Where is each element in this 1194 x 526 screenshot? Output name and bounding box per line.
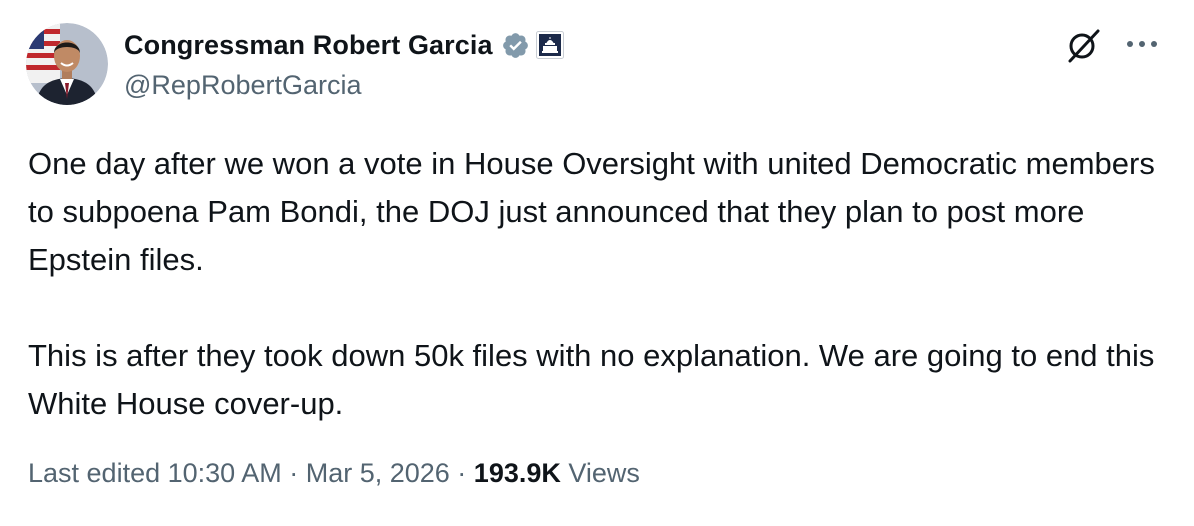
name-row: Congressman Robert Garcia	[124, 28, 564, 62]
verified-badge-icon[interactable]	[501, 31, 530, 60]
tweet-text: One day after we won a vote in House Ove…	[28, 140, 1168, 428]
us-capitol-badge-icon[interactable]	[535, 31, 564, 59]
meta-space	[561, 458, 569, 489]
views-label: Views	[568, 458, 640, 488]
more-options-icon[interactable]	[1124, 34, 1160, 54]
grok-icon[interactable]	[1064, 28, 1104, 64]
avatar[interactable]	[26, 23, 108, 105]
meta-separator: ·	[449, 458, 474, 488]
tweet-date[interactable]: Mar 5, 2026	[306, 458, 450, 489]
meta-space	[160, 458, 168, 489]
tweet-paragraph: This is after they took down 50k files w…	[28, 338, 1155, 421]
edited-label[interactable]: Last edited	[28, 458, 160, 489]
meta-separator: ·	[281, 458, 306, 488]
display-name[interactable]: Congressman Robert Garcia	[124, 30, 493, 61]
handle[interactable]: @RepRobertGarcia	[124, 70, 564, 101]
tweet-time[interactable]: 10:30 AM	[168, 458, 282, 489]
views-count: 193.9K	[473, 458, 561, 488]
tweet-meta: Last edited 10:30 AM · Mar 5, 2026 · 193…	[28, 458, 640, 489]
tweet-paragraph: One day after we won a vote in House Ove…	[28, 146, 1155, 277]
author-block: Congressman Robert Garcia @RepRobertGarc…	[124, 28, 564, 101]
